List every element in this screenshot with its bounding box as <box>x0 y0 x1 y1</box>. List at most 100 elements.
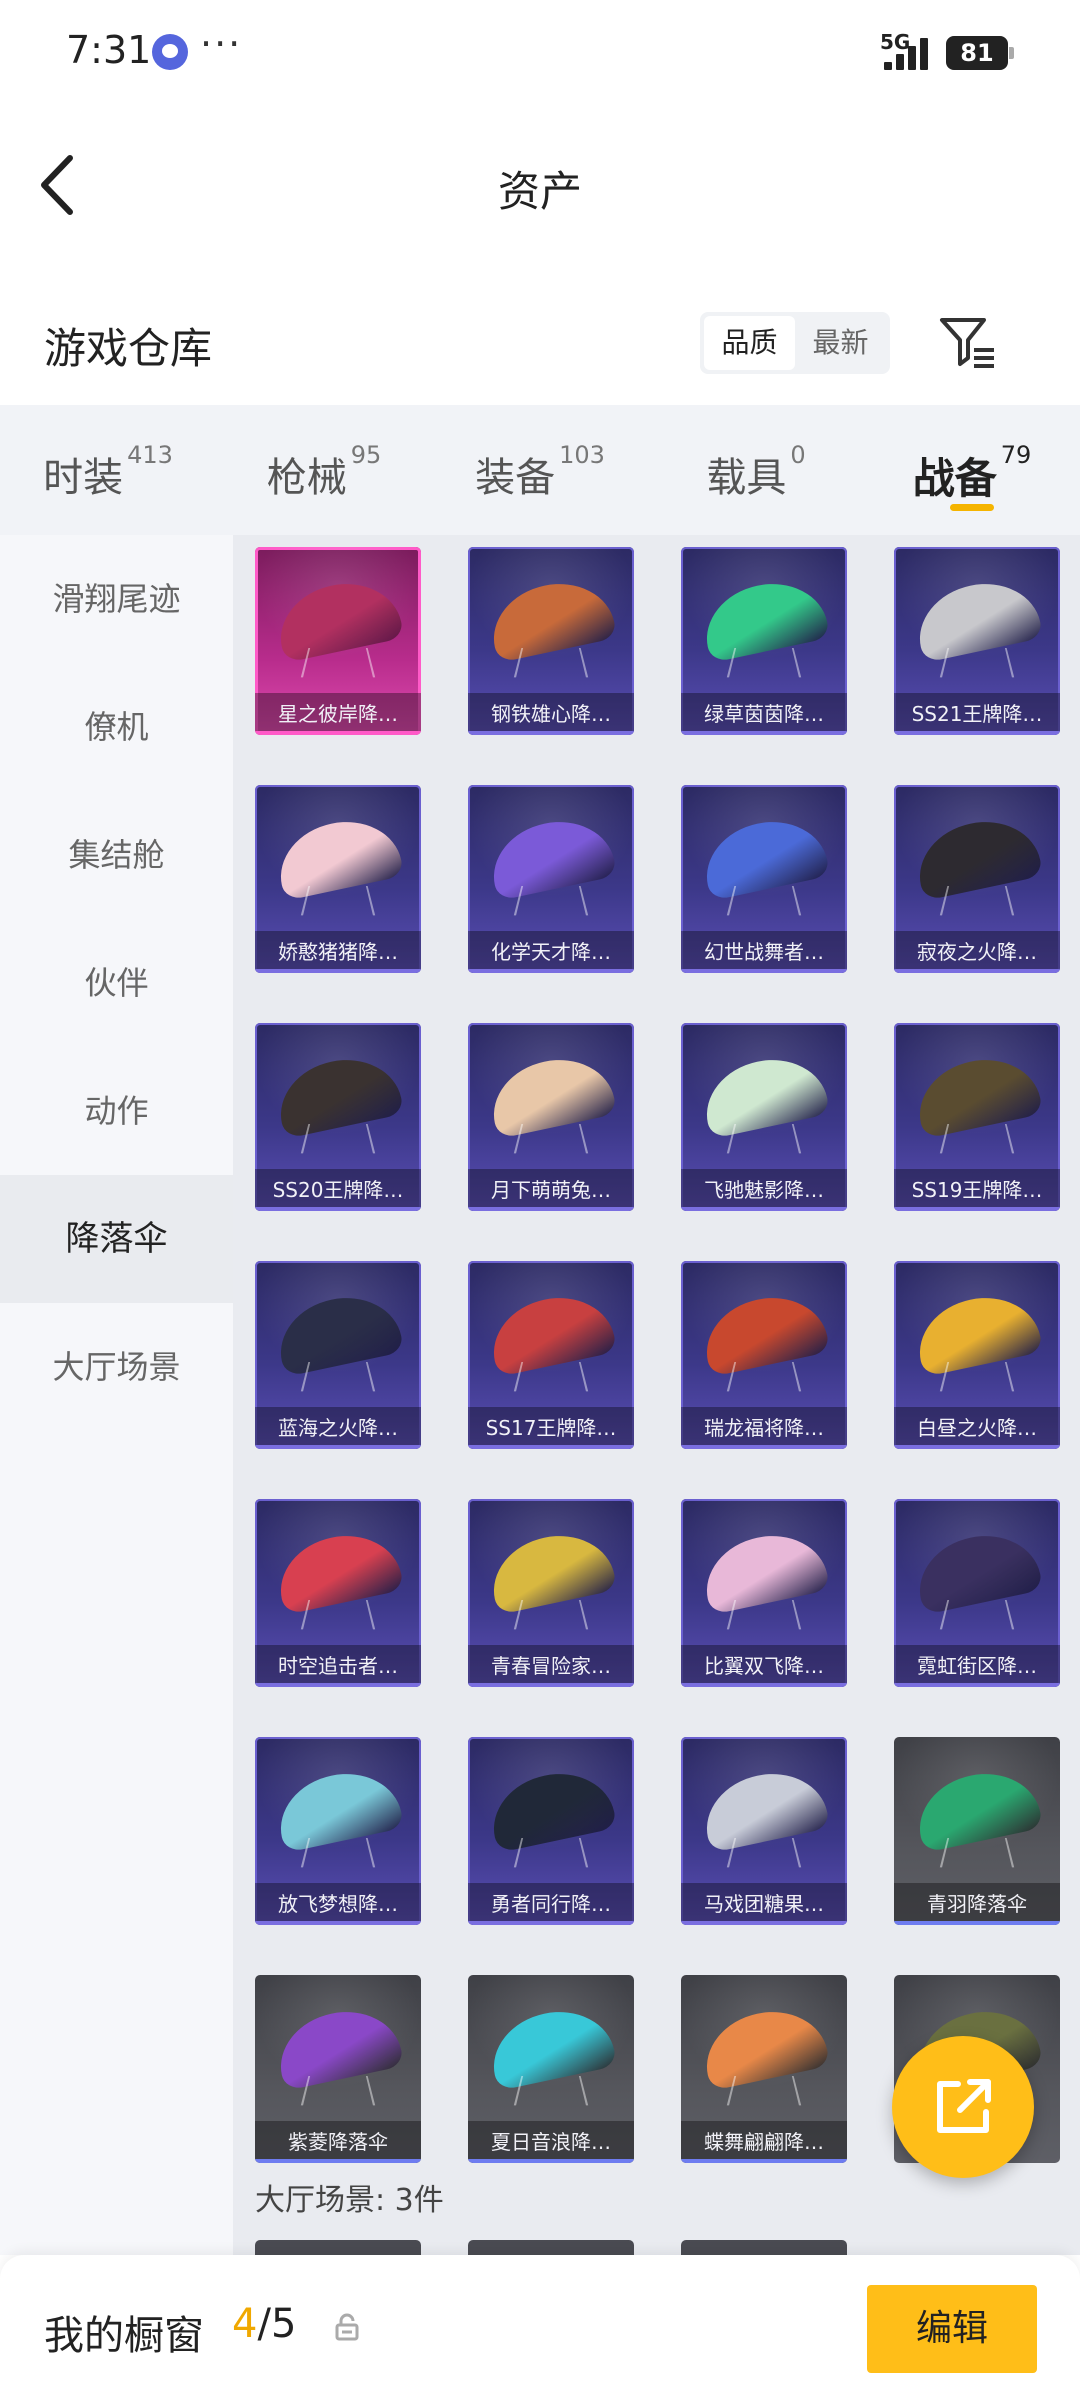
sort-quality-button[interactable]: 品质 <box>704 316 795 370</box>
active-tab-indicator <box>950 504 994 511</box>
parachute-item[interactable]: 勇者同行降… <box>468 1737 634 1925</box>
side-item-companion[interactable]: 伙伴 <box>0 919 233 1047</box>
app-notification-icon <box>152 34 188 70</box>
showcase-current: 4 <box>232 2301 258 2347</box>
side-item-wingman[interactable]: 僚机 <box>0 663 233 791</box>
parachute-item[interactable]: 蝶舞翩翩降… <box>681 1975 847 2163</box>
showcase-label: 我的橱窗 <box>44 2313 204 2359</box>
item-label: 放飞梦想降… <box>255 1883 421 1925</box>
lobby-scene-tile[interactable] <box>681 2240 847 2255</box>
tab-label: 时装 <box>43 455 124 501</box>
item-label: 绿草茵茵降… <box>681 693 847 735</box>
tab-label: 战备 <box>912 454 997 503</box>
item-label: SS17王牌降… <box>468 1407 634 1449</box>
item-label: 寂夜之火降… <box>894 931 1060 973</box>
parachute-item[interactable]: 星之彼岸降… <box>255 547 421 735</box>
tab-battle-gear[interactable]: 战备 79 <box>864 405 1080 535</box>
sort-toggle: 品质 最新 <box>700 312 890 374</box>
parachute-item[interactable]: 比翼双飞降… <box>681 1499 847 1687</box>
share-button[interactable] <box>892 2036 1034 2178</box>
lobby-scene-tile[interactable] <box>255 2240 421 2255</box>
item-label: SS20王牌降… <box>255 1169 421 1211</box>
parachute-item[interactable]: 夏日音浪降… <box>468 1975 634 2163</box>
item-label: SS21王牌降… <box>894 693 1060 735</box>
item-label: 时空追击者… <box>255 1645 421 1687</box>
item-label: 霓虹街区降… <box>894 1645 1060 1687</box>
status-time: 7:31 <box>66 28 152 72</box>
tab-vehicles[interactable]: 载具 0 <box>648 405 864 535</box>
parachute-item[interactable]: 月下萌萌兔… <box>468 1023 634 1211</box>
parachute-item[interactable]: 紫菱降落伞 <box>255 1975 421 2163</box>
more-notifications-icon: ··· <box>200 22 243 66</box>
filter-icon[interactable] <box>938 314 998 370</box>
tab-count: 0 <box>790 441 806 469</box>
page-title: 资产 <box>497 167 582 216</box>
item-label: 蝶舞翩翩降… <box>681 2121 847 2163</box>
section-label: 大厅场景: 3件 <box>255 2183 444 2218</box>
parachute-item[interactable]: 时空追击者… <box>255 1499 421 1687</box>
edit-button[interactable]: 编辑 <box>867 2285 1037 2373</box>
parachute-item[interactable]: SS21王牌降… <box>894 547 1060 735</box>
sort-newest-button[interactable]: 最新 <box>795 316 886 370</box>
item-label: SS19王牌降… <box>894 1169 1060 1211</box>
tab-count: 79 <box>1000 441 1032 469</box>
side-item-capsule[interactable]: 集结舱 <box>0 791 233 919</box>
status-bar: 7:31 ··· 5G 81 <box>0 0 1080 105</box>
parachute-item[interactable]: SS17王牌降… <box>468 1261 634 1449</box>
tab-equipment[interactable]: 装备 103 <box>432 405 648 535</box>
tab-label: 枪械 <box>266 455 347 501</box>
bottom-bar: 我的橱窗 4/5 编辑 <box>0 2255 1080 2401</box>
item-grid: 星之彼岸降… 钢铁雄心降… 绿草茵茵降… SS21王牌降… 娇憨猪猪降… 化学天才降… 幻世… <box>255 547 1060 2163</box>
item-label: 月下萌萌兔… <box>468 1169 634 1211</box>
item-label: 娇憨猪猪降… <box>255 931 421 973</box>
tab-weapons[interactable]: 枪械 95 <box>216 405 432 535</box>
parachute-item[interactable]: 钢铁雄心降… <box>468 547 634 735</box>
battery-icon: 81 <box>946 36 1014 70</box>
parachute-item[interactable]: 幻世战舞者… <box>681 785 847 973</box>
showcase-max: 5 <box>270 2301 297 2347</box>
nav-bar: 资产 <box>0 110 1080 250</box>
signal-icon <box>884 36 932 70</box>
parachute-item[interactable]: 娇憨猪猪降… <box>255 785 421 973</box>
item-label: 比翼双飞降… <box>681 1645 847 1687</box>
lobby-scene-row <box>255 2240 847 2255</box>
side-item-glide-trail[interactable]: 滑翔尾迹 <box>0 535 233 663</box>
share-out-icon <box>937 2079 991 2133</box>
parachute-item[interactable]: 寂夜之火降… <box>894 785 1060 973</box>
parachute-item[interactable]: 青羽降落伞 <box>894 1737 1060 1925</box>
side-item-lobby-scene[interactable]: 大厅场景 <box>0 1303 233 1431</box>
item-label: 飞驰魅影降… <box>681 1169 847 1211</box>
parachute-item[interactable]: 白昼之火降… <box>894 1261 1060 1449</box>
warehouse-title: 游戏仓库 <box>44 324 213 373</box>
item-label: 紫菱降落伞 <box>255 2121 421 2163</box>
item-label: 钢铁雄心降… <box>468 693 634 735</box>
parachute-item[interactable]: SS19王牌降… <box>894 1023 1060 1211</box>
parachute-item[interactable]: 马戏团糖果… <box>681 1737 847 1925</box>
parachute-item[interactable]: 放飞梦想降… <box>255 1737 421 1925</box>
parachute-item[interactable]: SS20王牌降… <box>255 1023 421 1211</box>
item-grid-area: 星之彼岸降… 钢铁雄心降… 绿草茵茵降… SS21王牌降… 娇憨猪猪降… 化学天才降… 幻世… <box>233 535 1080 2255</box>
parachute-item[interactable]: 蓝海之火降… <box>255 1261 421 1449</box>
parachute-item[interactable]: 绿草茵茵降… <box>681 547 847 735</box>
tab-count: 103 <box>559 441 605 469</box>
parachute-item[interactable]: 飞驰魅影降… <box>681 1023 847 1211</box>
item-label: 勇者同行降… <box>468 1883 634 1925</box>
parachute-item[interactable]: 霓虹街区降… <box>894 1499 1060 1687</box>
tab-label: 载具 <box>706 455 787 501</box>
tab-label: 装备 <box>475 455 556 501</box>
item-label: 青春冒险家… <box>468 1645 634 1687</box>
category-tabs: 时装 413 枪械 95 装备 103 载具 0 战备 79 <box>0 405 1080 535</box>
item-label: 幻世战舞者… <box>681 931 847 973</box>
item-label: 瑞龙福将降… <box>681 1407 847 1449</box>
side-item-emote[interactable]: 动作 <box>0 1047 233 1175</box>
side-nav: 滑翔尾迹 僚机 集结舱 伙伴 动作 降落伞 大厅场景 <box>0 535 233 2255</box>
item-label: 化学天才降… <box>468 931 634 973</box>
parachute-item[interactable]: 青春冒险家… <box>468 1499 634 1687</box>
lobby-scene-tile[interactable] <box>468 2240 634 2255</box>
item-label: 蓝海之火降… <box>255 1407 421 1449</box>
parachute-item[interactable]: 瑞龙福将降… <box>681 1261 847 1449</box>
side-item-parachute[interactable]: 降落伞 <box>0 1175 233 1303</box>
tab-fashion[interactable]: 时装 413 <box>0 405 216 535</box>
item-label: 青羽降落伞 <box>894 1883 1060 1925</box>
parachute-item[interactable]: 化学天才降… <box>468 785 634 973</box>
